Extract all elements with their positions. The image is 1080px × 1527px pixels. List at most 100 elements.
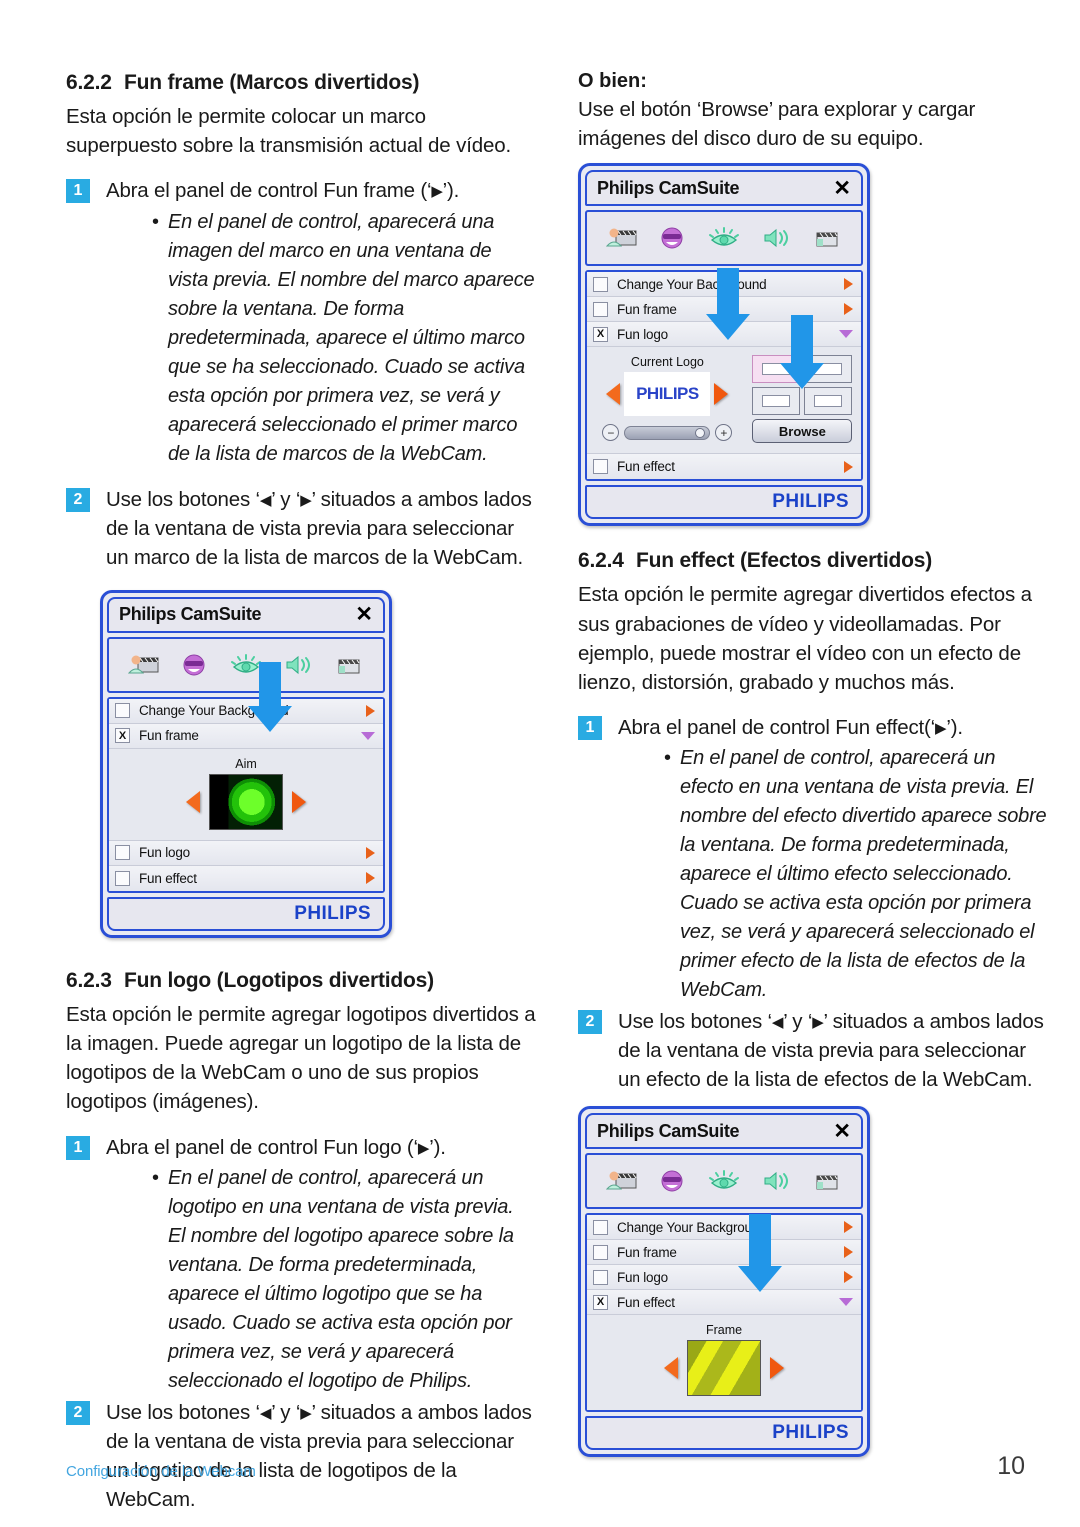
collapse-caret-icon[interactable] bbox=[839, 330, 853, 339]
checkbox-fun-logo[interactable]: X bbox=[593, 326, 608, 342]
checkbox-change-background[interactable] bbox=[593, 276, 608, 292]
logo-thumbnail-row-2 bbox=[752, 387, 853, 416]
row-fun-logo[interactable]: X Fun logo bbox=[587, 322, 861, 348]
row-change-background[interactable]: Change Your Background bbox=[587, 1215, 861, 1241]
step-text-before: Abra el panel de control Fun logo (‘ bbox=[106, 1135, 418, 1159]
fun-effect-preview-panel: Frame bbox=[587, 1315, 861, 1411]
checkbox-fun-logo[interactable] bbox=[115, 845, 130, 861]
checkbox-change-background[interactable] bbox=[115, 703, 130, 719]
background-clapper-icon[interactable] bbox=[604, 1168, 638, 1194]
fun-logo-eye-icon[interactable] bbox=[707, 1168, 741, 1194]
play-triangle-icon: ▶ bbox=[431, 183, 443, 201]
row-fun-frame[interactable]: Fun frame bbox=[587, 297, 861, 323]
collapse-caret-icon[interactable] bbox=[839, 1298, 853, 1307]
checkbox-fun-effect[interactable] bbox=[115, 870, 130, 886]
logo-thumbnail-cell[interactable] bbox=[752, 387, 801, 416]
fun-frame-smiley-icon[interactable] bbox=[655, 1168, 689, 1194]
fun-logo-eye-icon[interactable] bbox=[229, 652, 263, 678]
row-label: Change Your Background bbox=[139, 703, 289, 719]
row-change-background[interactable]: Change Your Background bbox=[109, 698, 383, 724]
step-text-before: Use los botones ‘ bbox=[106, 487, 260, 511]
row-label: Fun logo bbox=[617, 326, 668, 342]
logo-thumbnail-cell[interactable] bbox=[804, 387, 853, 416]
fun-logo-eye-icon[interactable] bbox=[707, 225, 741, 251]
audio-speaker-icon[interactable] bbox=[759, 225, 793, 251]
preview-navigation: PHILIPS bbox=[593, 372, 742, 417]
expand-arrow-icon[interactable] bbox=[844, 1221, 853, 1234]
row-fun-frame[interactable]: Fun frame bbox=[587, 1240, 861, 1266]
logo-thumbnail-cell[interactable] bbox=[804, 355, 853, 384]
fun-effect-clapper-icon[interactable] bbox=[810, 1168, 844, 1194]
fun-frame-smiley-icon[interactable] bbox=[655, 225, 689, 251]
logo-size-slider[interactable] bbox=[624, 425, 711, 440]
camsuite-toolbar bbox=[585, 210, 863, 267]
step-text-after: ’). bbox=[442, 179, 460, 203]
row-label: Fun frame bbox=[139, 728, 199, 744]
background-clapper-icon[interactable] bbox=[604, 225, 638, 251]
checkbox-fun-logo[interactable] bbox=[593, 1269, 608, 1285]
fun-effect-clapper-icon[interactable] bbox=[810, 225, 844, 251]
row-fun-frame[interactable]: X Fun frame bbox=[109, 723, 383, 749]
background-clapper-icon[interactable] bbox=[126, 652, 160, 678]
camsuite-title-bar: Philips CamSuite ✕ bbox=[585, 1113, 863, 1150]
bullet-item: En el panel de control, aparecerá un log… bbox=[152, 1164, 536, 1396]
row-label: Fun logo bbox=[617, 1269, 668, 1285]
checkbox-fun-frame[interactable]: X bbox=[115, 728, 130, 744]
step-text: Use los botones ‘◀’ y ‘▶’ situados a amb… bbox=[106, 485, 536, 572]
camsuite-window[interactable]: Philips CamSuite ✕ Change Your Backgroun… bbox=[578, 1106, 870, 1458]
camsuite-option-list: Change Your Background Fun frame X Fun l… bbox=[585, 270, 863, 482]
expand-arrow-icon[interactable] bbox=[844, 460, 853, 473]
checkbox-fun-effect[interactable]: X bbox=[593, 1294, 608, 1310]
checkbox-fun-effect[interactable] bbox=[593, 459, 608, 475]
philips-brand-logo: PHILIPS bbox=[772, 491, 849, 513]
expand-arrow-icon[interactable] bbox=[366, 846, 375, 859]
audio-speaker-icon[interactable] bbox=[759, 1168, 793, 1194]
checkbox-change-background[interactable] bbox=[593, 1219, 608, 1235]
checkbox-fun-frame[interactable] bbox=[593, 301, 608, 317]
close-icon[interactable]: ✕ bbox=[833, 1121, 851, 1142]
expand-arrow-icon[interactable] bbox=[366, 872, 375, 885]
row-label: Change Your Background bbox=[617, 276, 767, 292]
next-arrow-icon[interactable] bbox=[770, 1357, 784, 1380]
previous-arrow-icon[interactable] bbox=[664, 1357, 678, 1380]
close-icon[interactable]: ✕ bbox=[355, 604, 373, 625]
row-label: Fun effect bbox=[139, 870, 197, 886]
logo-thumbnail-cell[interactable] bbox=[752, 355, 801, 384]
logo-thumbnail-row-1 bbox=[752, 355, 853, 384]
next-arrow-icon[interactable] bbox=[292, 790, 306, 813]
expand-arrow-icon[interactable] bbox=[844, 1246, 853, 1259]
row-fun-effect[interactable]: Fun effect bbox=[109, 865, 383, 891]
row-fun-effect[interactable]: Fun effect bbox=[587, 454, 861, 480]
step-badge: 2 bbox=[66, 487, 90, 512]
audio-speaker-icon[interactable] bbox=[281, 652, 315, 678]
row-fun-effect[interactable]: X Fun effect bbox=[587, 1290, 861, 1316]
left-triangle-icon: ◀ bbox=[259, 491, 272, 509]
next-arrow-icon[interactable] bbox=[714, 383, 729, 406]
row-fun-logo[interactable]: Fun logo bbox=[587, 1265, 861, 1291]
step-text-before: Use los botones ‘ bbox=[106, 1400, 260, 1424]
close-icon[interactable]: ✕ bbox=[833, 178, 851, 199]
fun-frame-smiley-icon[interactable] bbox=[177, 652, 211, 678]
browse-button[interactable]: Browse bbox=[752, 419, 853, 444]
previous-arrow-icon[interactable] bbox=[606, 383, 621, 406]
step-text: Use los botones ‘◀’ y ‘▶’ situados a amb… bbox=[618, 1007, 1048, 1094]
collapse-caret-icon[interactable] bbox=[361, 731, 375, 740]
logo-preview-group: Current Logo PHILIPS − + bbox=[593, 355, 742, 442]
expand-arrow-icon[interactable] bbox=[366, 704, 375, 717]
preview-title: Current Logo bbox=[630, 355, 704, 370]
row-fun-logo[interactable]: Fun logo bbox=[109, 840, 383, 866]
zoom-out-button[interactable]: − bbox=[602, 424, 620, 442]
step-text-before: Abra el panel de control Fun effect(‘ bbox=[618, 715, 935, 739]
checkbox-fun-frame[interactable] bbox=[593, 1244, 608, 1260]
camsuite-window[interactable]: Philips CamSuite ✕ Change Your Backgroun… bbox=[100, 589, 392, 938]
zoom-in-button[interactable]: + bbox=[715, 424, 733, 442]
expand-arrow-icon[interactable] bbox=[844, 278, 853, 291]
slider-knob[interactable] bbox=[695, 427, 706, 438]
right-triangle-icon: ▶ bbox=[812, 1014, 824, 1032]
expand-arrow-icon[interactable] bbox=[844, 1271, 853, 1284]
expand-arrow-icon[interactable] bbox=[844, 303, 853, 316]
camsuite-window[interactable]: Philips CamSuite ✕ Change Your Backgroun… bbox=[578, 163, 870, 527]
row-change-background[interactable]: Change Your Background bbox=[587, 272, 861, 298]
fun-effect-clapper-icon[interactable] bbox=[332, 652, 366, 678]
previous-arrow-icon[interactable] bbox=[186, 790, 200, 813]
